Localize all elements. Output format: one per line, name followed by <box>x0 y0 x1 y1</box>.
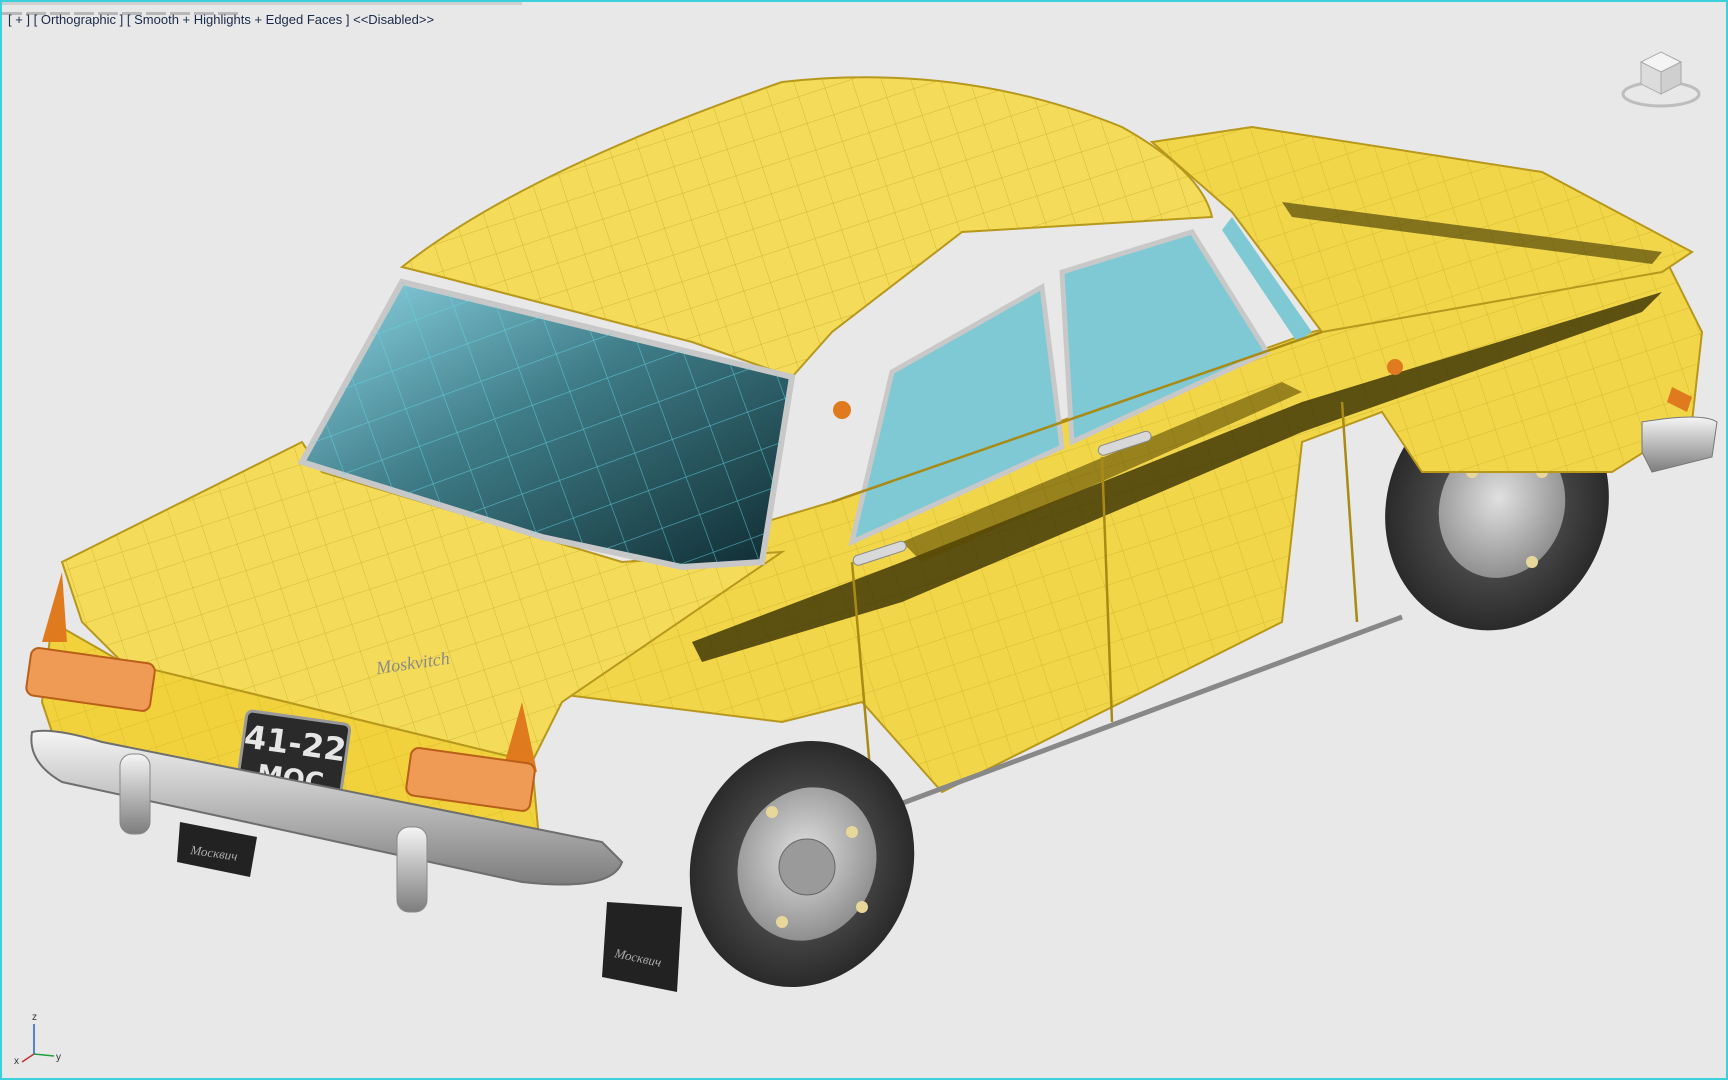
car-model-render[interactable]: Moskvitch 41-22 MOC Москвич Москвич <box>2 2 1726 1078</box>
bumper-guard <box>396 826 428 913</box>
axis-z-label: z <box>32 1012 37 1023</box>
side-marker <box>833 401 851 419</box>
side-marker <box>1387 359 1403 375</box>
viewcube-icon[interactable] <box>1616 42 1706 112</box>
axis-y-label: y <box>56 1052 61 1063</box>
rear-left-wheel <box>689 740 915 988</box>
axis-gizmo-icon: z x y <box>14 1012 61 1066</box>
3d-viewport[interactable]: [ + ] [ Orthographic ] [ Smooth + Highli… <box>0 0 1728 1080</box>
front-bumper <box>1641 416 1718 473</box>
bumper-guard <box>119 753 151 835</box>
axis-x-label: x <box>14 1056 19 1066</box>
